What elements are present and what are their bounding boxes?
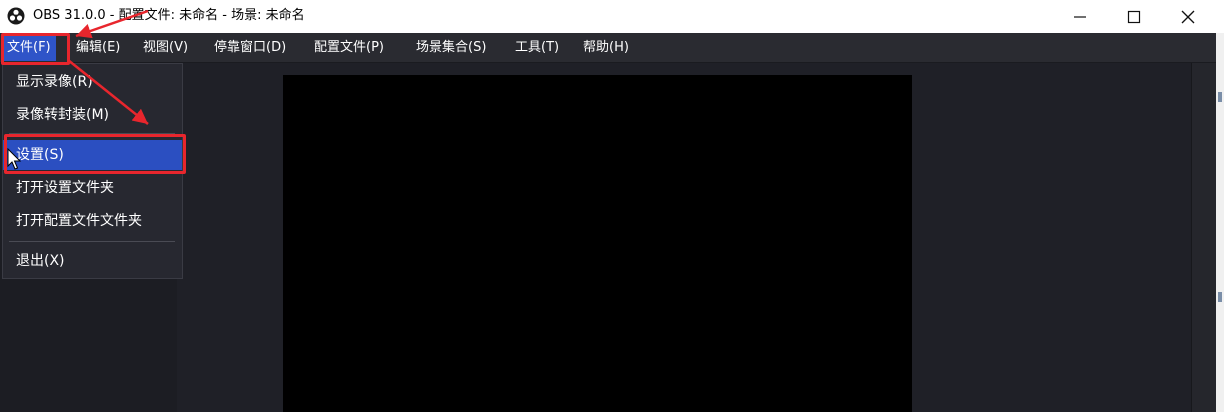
minimize-icon [1074,15,1086,18]
obs-logo-icon [7,7,25,25]
menu-bar: 文件(F) 编辑(E) 视图(V) 停靠窗口(D) 配置文件(P) 场景集合(S… [0,33,1216,63]
menu-tools[interactable]: 工具(T) [515,37,559,59]
edge-marker [1218,292,1222,302]
maximize-icon [1127,10,1141,23]
preview-area [177,63,1191,412]
mouse-pointer-icon [7,148,22,170]
right-edge-strip [1216,33,1224,412]
menu-open-profile-folder[interactable]: 打开配置文件文件夹 [3,206,182,236]
menu-edit[interactable]: 编辑(E) [76,37,120,59]
menu-remux-recordings[interactable]: 录像转封装(M) [3,100,182,130]
preview-canvas[interactable] [283,75,912,412]
menu-show-recordings[interactable]: 显示录像(R) [3,67,182,97]
window-title: OBS 31.0.0 - 配置文件: 未命名 - 场景: 未命名 [33,8,305,23]
menu-open-settings-folder[interactable]: 打开设置文件夹 [3,173,182,203]
close-button[interactable] [1161,0,1215,33]
annotation-box-file [1,33,70,65]
right-panel [1191,63,1217,412]
maximize-button[interactable] [1107,0,1161,33]
menu-scene-collection[interactable]: 场景集合(S) [416,37,486,59]
menu-help[interactable]: 帮助(H) [583,37,629,59]
menu-separator [9,241,175,242]
edge-marker [1218,92,1222,102]
menu-profile[interactable]: 配置文件(P) [314,37,384,59]
annotation-box-settings [4,134,186,174]
menu-docks[interactable]: 停靠窗口(D) [214,37,286,59]
minimize-button[interactable] [1053,0,1107,33]
title-bar[interactable]: OBS 31.0.0 - 配置文件: 未命名 - 场景: 未命名 [0,0,1224,33]
menu-view[interactable]: 视图(V) [143,37,188,59]
close-icon [1181,10,1195,23]
menu-exit[interactable]: 退出(X) [3,246,182,276]
